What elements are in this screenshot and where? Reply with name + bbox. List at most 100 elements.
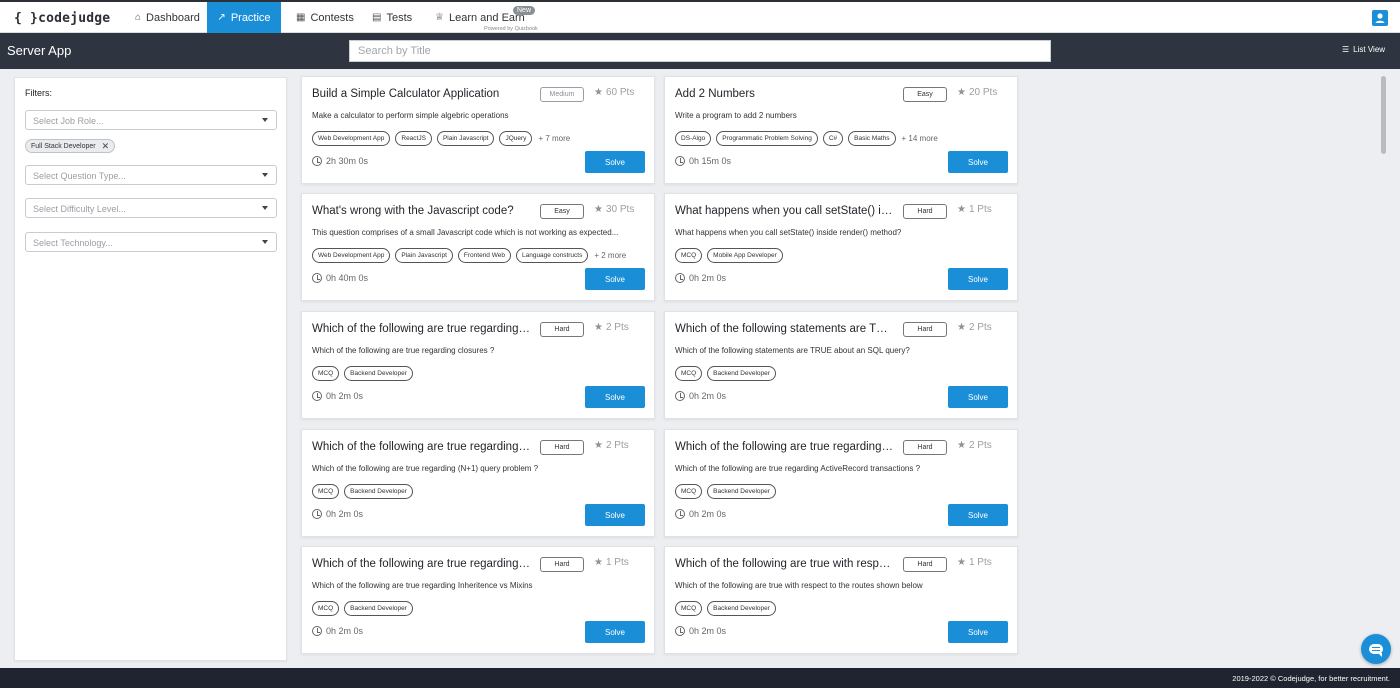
star-icon: ★ [594,440,603,451]
tag-chip[interactable]: Web Development App [312,248,391,263]
nav-practice[interactable]: ↗ Practice [207,2,281,33]
tag-chip[interactable]: Language constructs [515,248,589,263]
time-limit: 0h 2m 0s [312,391,363,401]
tag-chip[interactable]: Backend Developer [707,366,776,381]
time-value: 0h 2m 0s [689,509,727,519]
problem-title[interactable]: Build a Simple Calculator Application [312,88,532,100]
problem-card[interactable]: Which of the following are true regardin… [301,429,655,537]
tag-chip[interactable]: MCQ [312,366,340,381]
problem-card[interactable]: Which of the following statements are TR… [664,311,1018,419]
tag-chip[interactable]: Basic Maths [848,131,896,146]
problem-card[interactable]: What's wrong with the Javascript code? Ea… [301,193,655,301]
difficulty-badge: Hard [903,322,947,337]
clock-icon [675,626,685,636]
scrollbar[interactable] [1381,76,1386,154]
tag-chip[interactable]: ReactJS [395,131,432,146]
solve-button[interactable]: Solve [585,151,645,173]
points-value: 1 Pts [605,557,629,568]
more-tags-link[interactable]: + 2 more [594,251,626,260]
problem-title[interactable]: Which of the following are true with res… [675,558,895,570]
tag-chip[interactable]: MCQ [312,484,340,499]
user-avatar-button[interactable] [1372,10,1388,26]
tag-chip[interactable]: MCQ [675,248,703,263]
star-icon: ★ [594,204,603,215]
tag-chip[interactable]: Backend Developer [344,484,413,499]
problem-card[interactable]: Which of the following are true regardin… [664,429,1018,537]
problem-title[interactable]: Which of the following are true regardin… [675,441,895,453]
solve-button[interactable]: Solve [585,621,645,643]
search-input[interactable] [349,40,1051,62]
solve-button[interactable]: Solve [948,386,1008,408]
problem-card[interactable]: Build a Simple Calculator Application Med… [301,76,655,184]
close-icon[interactable]: ✕ [102,141,110,151]
tag-list: DS-Algo Programmatic Problem Solving C# Bas… [675,131,938,146]
tag-list: MCQ Backend Developer [675,484,776,499]
tag-chip[interactable]: MCQ [312,601,340,616]
nav-tests[interactable]: ▤ Tests [358,2,426,33]
nav-dashboard[interactable]: ⌂ Dashboard [121,2,214,33]
tag-list: MCQ Backend Developer [675,601,776,616]
difficulty-badge: Easy [903,87,947,102]
tag-chip[interactable]: C# [822,131,844,146]
problem-title[interactable]: Which of the following are true regardin… [312,441,532,453]
chevron-down-icon [262,240,268,244]
problem-title[interactable]: Which of the following statements are TR… [675,323,895,335]
question-type-select[interactable]: Select Question Type... [25,165,277,185]
problem-title[interactable]: What's wrong with the Javascript code? [312,205,532,217]
tag-chip[interactable]: MCQ [675,366,703,381]
tag-chip[interactable]: Frontend Web [457,248,511,263]
clock-icon [675,509,685,519]
clock-icon [675,156,685,166]
solve-button[interactable]: Solve [585,386,645,408]
list-view-toggle[interactable]: ☰ List View [1342,45,1385,54]
chat-button[interactable] [1361,634,1391,664]
star-icon: ★ [957,322,966,333]
problem-title[interactable]: What happens when you call setState() in… [675,205,895,217]
problem-title[interactable]: Which of the following are true regardin… [312,558,532,570]
tag-list: MCQ Backend Developer [312,601,413,616]
problem-card[interactable]: Which of the following are true regardin… [301,311,655,419]
difficulty-level-select[interactable]: Select Difficulty Level... [25,198,277,218]
tag-chip[interactable]: Backend Developer [344,366,413,381]
tag-chip[interactable]: Backend Developer [707,484,776,499]
tag-chip[interactable]: Backend Developer [707,601,776,616]
tag-chip[interactable]: Programmatic Problem Solving [716,131,818,146]
tag-chip[interactable]: MCQ [675,484,703,499]
solve-button[interactable]: Solve [948,504,1008,526]
points-value: 2 Pts [605,440,629,451]
problem-title[interactable]: Add 2 Numbers [675,88,895,100]
tag-chip[interactable]: JQuery [499,131,533,146]
tag-chip[interactable]: DS-Algo [675,131,712,146]
tag-chip[interactable]: MCQ [675,601,703,616]
nav-dashboard-label: Dashboard [146,11,200,24]
tag-chip[interactable]: Backend Developer [344,601,413,616]
more-tags-link[interactable]: + 7 more [538,134,570,143]
problem-title[interactable]: Which of the following are true regardin… [312,323,532,335]
tag-chip[interactable]: Mobile App Developer [707,248,783,263]
list-view-label: List View [1353,45,1386,54]
problem-card[interactable]: Which of the following are true regardin… [301,546,655,654]
problem-card[interactable]: Add 2 Numbers Easy ★ 20 Pts Write a program … [664,76,1018,184]
solve-button[interactable]: Solve [585,504,645,526]
tag-chip[interactable]: Plain Javascript [395,248,453,263]
problem-card[interactable]: Which of the following are true with res… [664,546,1018,654]
solve-button[interactable]: Solve [585,268,645,290]
points-value: 60 Pts [605,87,635,98]
time-limit: 2h 30m 0s [312,156,368,166]
solve-button[interactable]: Solve [948,268,1008,290]
tag-chip[interactable]: Web Development App [312,131,391,146]
trend-icon: ↗ [217,12,226,23]
nav-contests[interactable]: ▦ Contests [282,2,368,33]
filters-panel: Filters: Select Job Role... Full Stack D… [14,77,287,661]
more-tags-link[interactable]: + 14 more [902,134,938,143]
tag-chip[interactable]: Plain Javascript [436,131,495,146]
codejudge-logo[interactable]: { }codejudge [14,11,110,26]
technology-select[interactable]: Select Technology... [25,232,277,252]
problem-description: Which of the following are true regardin… [675,464,921,473]
job-role-select[interactable]: Select Job Role... [25,110,277,130]
solve-button[interactable]: Solve [948,151,1008,173]
clipboard-icon: ▤ [372,12,382,23]
solve-button[interactable]: Solve [948,621,1008,643]
problem-card[interactable]: What happens when you call setState() in… [664,193,1018,301]
chevron-down-icon [262,173,268,177]
